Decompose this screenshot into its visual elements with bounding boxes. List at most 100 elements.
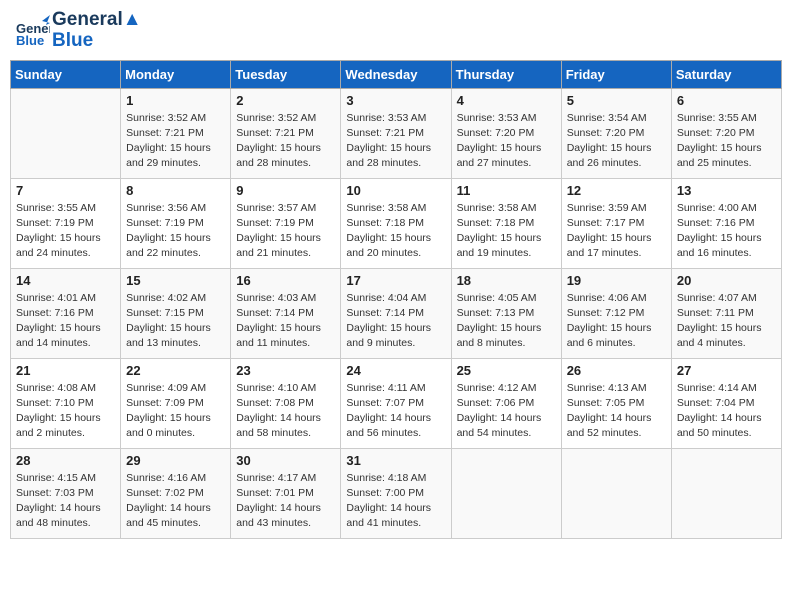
cell-content: Sunrise: 3:53 AM Sunset: 7:21 PM Dayligh…	[346, 111, 445, 172]
calendar-cell: 25 Sunrise: 4:12 AM Sunset: 7:06 PM Dayli…	[451, 358, 561, 448]
calendar-week-row: 7Sunrise: 3:55 AM Sunset: 7:19 PM Daylig…	[11, 178, 782, 268]
cell-content: Sunrise: 3:52 AM Sunset: 7:21 PM Dayligh…	[126, 111, 225, 172]
day-number: 8	[126, 183, 225, 198]
calendar-cell	[451, 448, 561, 538]
day-number: 31	[346, 453, 445, 468]
cell-content: Sunrise: 3:53 AM Sunset: 7:20 PM Dayligh…	[457, 111, 556, 172]
cell-content: Sunrise: 4:09 AM Sunset: 7:09 PM Dayligh…	[126, 381, 225, 442]
day-number: 24	[346, 363, 445, 378]
day-number: 6	[677, 93, 776, 108]
cell-content: Sunrise: 4:14 AM Sunset: 7:04 PM Dayligh…	[677, 381, 776, 442]
calendar-cell: 6 Sunrise: 3:55 AM Sunset: 7:20 PM Daylig…	[671, 88, 781, 178]
calendar-cell: 19 Sunrise: 4:06 AM Sunset: 7:12 PM Dayli…	[561, 268, 671, 358]
day-number: 14	[16, 273, 115, 288]
day-number: 22	[126, 363, 225, 378]
cell-content: Sunrise: 4:01 AM Sunset: 7:16 PM Dayligh…	[16, 291, 115, 352]
day-number: 25	[457, 363, 556, 378]
logo: General Blue General▲ Blue	[14, 10, 142, 52]
calendar-cell: 1 Sunrise: 3:52 AM Sunset: 7:21 PM Daylig…	[121, 88, 231, 178]
calendar-cell: 2 Sunrise: 3:52 AM Sunset: 7:21 PM Daylig…	[231, 88, 341, 178]
day-number: 13	[677, 183, 776, 198]
calendar-cell	[671, 448, 781, 538]
calendar-cell: 28Sunrise: 4:15 AM Sunset: 7:03 PM Dayli…	[11, 448, 121, 538]
day-number: 30	[236, 453, 335, 468]
calendar-cell: 15 Sunrise: 4:02 AM Sunset: 7:15 PM Dayli…	[121, 268, 231, 358]
calendar-cell: 5 Sunrise: 3:54 AM Sunset: 7:20 PM Daylig…	[561, 88, 671, 178]
cell-content: Sunrise: 4:12 AM Sunset: 7:06 PM Dayligh…	[457, 381, 556, 442]
day-number: 12	[567, 183, 666, 198]
column-header-friday: Friday	[561, 60, 671, 88]
logo-icon: General Blue	[14, 13, 50, 49]
calendar-cell: 31 Sunrise: 4:18 AM Sunset: 7:00 PM Dayli…	[341, 448, 451, 538]
column-header-tuesday: Tuesday	[231, 60, 341, 88]
cell-content: Sunrise: 4:18 AM Sunset: 7:00 PM Dayligh…	[346, 471, 445, 532]
day-number: 20	[677, 273, 776, 288]
calendar-cell: 12 Sunrise: 3:59 AM Sunset: 7:17 PM Dayli…	[561, 178, 671, 268]
calendar-cell: 9Sunrise: 3:57 AM Sunset: 7:19 PM Daylig…	[231, 178, 341, 268]
column-header-monday: Monday	[121, 60, 231, 88]
logo-text: General▲	[52, 10, 142, 31]
calendar-cell: 7Sunrise: 3:55 AM Sunset: 7:19 PM Daylig…	[11, 178, 121, 268]
cell-content: Sunrise: 3:58 AM Sunset: 7:18 PM Dayligh…	[457, 201, 556, 262]
calendar-cell: 13 Sunrise: 4:00 AM Sunset: 7:16 PM Dayli…	[671, 178, 781, 268]
cell-content: Sunrise: 3:54 AM Sunset: 7:20 PM Dayligh…	[567, 111, 666, 172]
cell-content: Sunrise: 4:00 AM Sunset: 7:16 PM Dayligh…	[677, 201, 776, 262]
calendar-cell: 17 Sunrise: 4:04 AM Sunset: 7:14 PM Dayli…	[341, 268, 451, 358]
cell-content: Sunrise: 4:11 AM Sunset: 7:07 PM Dayligh…	[346, 381, 445, 442]
day-number: 15	[126, 273, 225, 288]
svg-text:Blue: Blue	[16, 33, 44, 48]
calendar-cell: 30Sunrise: 4:17 AM Sunset: 7:01 PM Dayli…	[231, 448, 341, 538]
day-number: 29	[126, 453, 225, 468]
day-number: 19	[567, 273, 666, 288]
calendar-cell: 21 Sunrise: 4:08 AM Sunset: 7:10 PM Dayli…	[11, 358, 121, 448]
day-number: 23	[236, 363, 335, 378]
cell-content: Sunrise: 3:55 AM Sunset: 7:20 PM Dayligh…	[677, 111, 776, 172]
calendar-cell: 3 Sunrise: 3:53 AM Sunset: 7:21 PM Daylig…	[341, 88, 451, 178]
cell-content: Sunrise: 4:08 AM Sunset: 7:10 PM Dayligh…	[16, 381, 115, 442]
day-number: 16	[236, 273, 335, 288]
cell-content: Sunrise: 4:10 AM Sunset: 7:08 PM Dayligh…	[236, 381, 335, 442]
page-header: General Blue General▲ Blue	[10, 10, 782, 52]
calendar-week-row: 21 Sunrise: 4:08 AM Sunset: 7:10 PM Dayli…	[11, 358, 782, 448]
calendar-cell	[11, 88, 121, 178]
cell-content: Sunrise: 4:15 AM Sunset: 7:03 PM Dayligh…	[16, 471, 115, 532]
calendar-table: SundayMondayTuesdayWednesdayThursdayFrid…	[10, 60, 782, 539]
calendar-cell: 18 Sunrise: 4:05 AM Sunset: 7:13 PM Dayli…	[451, 268, 561, 358]
cell-content: Sunrise: 3:52 AM Sunset: 7:21 PM Dayligh…	[236, 111, 335, 172]
cell-content: Sunrise: 3:59 AM Sunset: 7:17 PM Dayligh…	[567, 201, 666, 262]
day-number: 5	[567, 93, 666, 108]
column-header-wednesday: Wednesday	[341, 60, 451, 88]
logo-blue-text: Blue	[52, 31, 142, 52]
calendar-cell: 27 Sunrise: 4:14 AM Sunset: 7:04 PM Dayli…	[671, 358, 781, 448]
cell-content: Sunrise: 3:55 AM Sunset: 7:19 PM Dayligh…	[16, 201, 115, 262]
day-number: 17	[346, 273, 445, 288]
calendar-cell: 23 Sunrise: 4:10 AM Sunset: 7:08 PM Dayli…	[231, 358, 341, 448]
calendar-week-row: 14 Sunrise: 4:01 AM Sunset: 7:16 PM Dayli…	[11, 268, 782, 358]
calendar-week-row: 1 Sunrise: 3:52 AM Sunset: 7:21 PM Daylig…	[11, 88, 782, 178]
day-number: 9	[236, 183, 335, 198]
calendar-cell: 22 Sunrise: 4:09 AM Sunset: 7:09 PM Dayli…	[121, 358, 231, 448]
cell-content: Sunrise: 4:16 AM Sunset: 7:02 PM Dayligh…	[126, 471, 225, 532]
column-header-saturday: Saturday	[671, 60, 781, 88]
cell-content: Sunrise: 4:02 AM Sunset: 7:15 PM Dayligh…	[126, 291, 225, 352]
calendar-cell: 10 Sunrise: 3:58 AM Sunset: 7:18 PM Dayli…	[341, 178, 451, 268]
day-number: 26	[567, 363, 666, 378]
cell-content: Sunrise: 4:04 AM Sunset: 7:14 PM Dayligh…	[346, 291, 445, 352]
cell-content: Sunrise: 3:58 AM Sunset: 7:18 PM Dayligh…	[346, 201, 445, 262]
calendar-cell: 16 Sunrise: 4:03 AM Sunset: 7:14 PM Dayli…	[231, 268, 341, 358]
calendar-cell: 14 Sunrise: 4:01 AM Sunset: 7:16 PM Dayli…	[11, 268, 121, 358]
day-number: 27	[677, 363, 776, 378]
day-number: 21	[16, 363, 115, 378]
day-number: 4	[457, 93, 556, 108]
day-number: 2	[236, 93, 335, 108]
day-number: 18	[457, 273, 556, 288]
cell-content: Sunrise: 4:05 AM Sunset: 7:13 PM Dayligh…	[457, 291, 556, 352]
day-number: 1	[126, 93, 225, 108]
calendar-cell: 26Sunrise: 4:13 AM Sunset: 7:05 PM Dayli…	[561, 358, 671, 448]
cell-content: Sunrise: 4:03 AM Sunset: 7:14 PM Dayligh…	[236, 291, 335, 352]
cell-content: Sunrise: 3:56 AM Sunset: 7:19 PM Dayligh…	[126, 201, 225, 262]
cell-content: Sunrise: 4:06 AM Sunset: 7:12 PM Dayligh…	[567, 291, 666, 352]
calendar-cell: 8 Sunrise: 3:56 AM Sunset: 7:19 PM Daylig…	[121, 178, 231, 268]
day-number: 3	[346, 93, 445, 108]
day-number: 10	[346, 183, 445, 198]
